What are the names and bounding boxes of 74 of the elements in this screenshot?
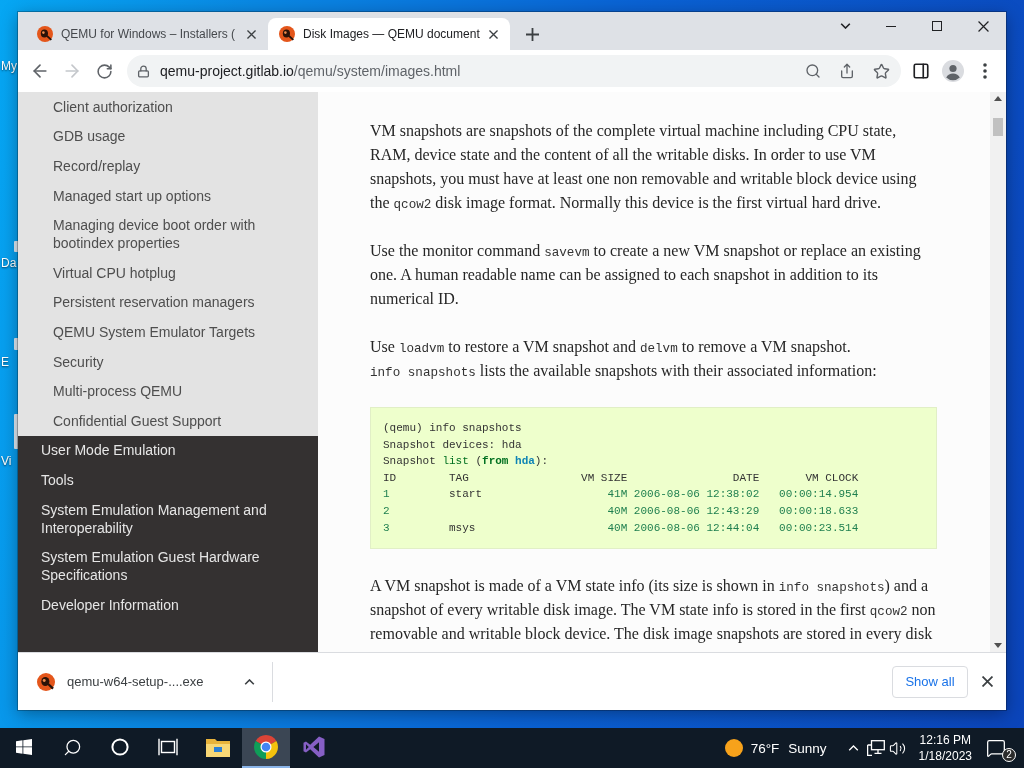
sidebar-link[interactable]: Confidential Guest Support <box>18 405 318 436</box>
sidebar-link[interactable]: User Mode Emulation <box>18 435 318 466</box>
close-icon <box>977 20 989 32</box>
volume-icon <box>889 739 907 757</box>
sidebar-link[interactable]: Managed start up options <box>18 180 318 211</box>
q-logo-icon <box>279 26 295 42</box>
paragraph: Use loadvm to restore a VM snapshot and delvm to remove a VM snapshot. info snapshots lists the available snapshots with their associated information: <box>370 337 878 382</box>
sidebar-link[interactable]: Record/replay <box>18 151 318 181</box>
notification-badge: 2 <box>1002 748 1016 762</box>
code-line: 3 msys 40M 2006-08-06 12:44:04 00:00:23.514 <box>383 520 860 536</box>
notification-icon[interactable] <box>986 738 1006 758</box>
lock-icon <box>137 64 150 78</box>
sidebar-link[interactable]: Virtual CPU hotplug <box>18 257 318 288</box>
caret-up-icon[interactable] <box>994 96 1002 101</box>
code-line: 2 40M 2006-08-06 12:43:29 00:00:18.633 <box>383 503 860 519</box>
scrollbar[interactable] <box>990 92 1006 652</box>
code-line: (qemu) info snapshots <box>383 421 523 436</box>
chevron-up-icon <box>848 745 860 751</box>
sidebar-link[interactable]: Security <box>18 346 318 377</box>
code-line: 1 start 41M 2006-08-06 12:38:02 00:00:14.954 <box>383 487 860 503</box>
download-filename[interactable]: qemu-w64-setup-....exe <box>67 674 228 689</box>
menu-icon <box>983 63 987 79</box>
sidebar-link[interactable]: Multi-process QEMU <box>18 376 318 406</box>
browser-tab[interactable]: Disk Images — QEMU document <box>268 18 510 50</box>
reload-icon <box>95 62 113 80</box>
q-logo-icon <box>37 672 55 691</box>
q-logo-icon <box>37 26 53 42</box>
caret-down-icon[interactable] <box>994 643 1002 648</box>
search-icon <box>62 737 82 757</box>
share-icon <box>839 63 855 79</box>
sidebar-link[interactable]: Managing device boot order with bootindex properties <box>18 210 318 258</box>
profile-button[interactable] <box>939 57 967 85</box>
infinity-icon <box>303 736 325 758</box>
weather-temperature[interactable]: 76°F <box>750 740 780 756</box>
paragraph: Use the monitor command savevm to create a new VM snapshot or replace an existing one. A human readable name can be assigned to each snapshot in addition to its numerical ID. <box>370 241 922 309</box>
minimize-icon <box>886 25 896 27</box>
close-icon <box>246 29 256 39</box>
sidebar-link[interactable]: QEMU System Emulator Targets <box>18 317 318 347</box>
clock-date[interactable]: 1/18/2023 <box>918 748 972 764</box>
avatar-icon <box>942 60 964 82</box>
close-icon <box>981 676 993 687</box>
sidebar-link[interactable]: Client authorization <box>18 92 318 122</box>
chevron-up-icon <box>243 678 255 685</box>
close-icon <box>488 29 498 39</box>
sidebar-link[interactable]: System Emulation Guest Hardware Specifications <box>18 542 318 590</box>
folder-icon <box>206 737 230 757</box>
sidebar-link[interactable]: GDB usage <box>18 121 318 152</box>
network-icon <box>866 740 885 756</box>
scrollbar-thumb[interactable] <box>993 118 1003 136</box>
taskbar-app-button[interactable] <box>242 728 290 768</box>
paragraph: VM snapshots are snapshots of the complete virtual machine including CPU state, RAM, device state and the content of all the writable disks. In order to use VM snapshots, you must have at least one non removable and writable block device using the qcow2 disk image format. Normally this device is the first virtual hard drive. <box>370 121 918 214</box>
code-line: ID TAG VM SIZE DATE VM CLOCK <box>383 470 860 486</box>
plus-icon <box>525 27 539 41</box>
sidebar-link[interactable]: Persistent reservation managers <box>18 287 318 318</box>
ring-icon <box>111 738 129 756</box>
search-icon <box>805 63 821 79</box>
task-view-icon <box>158 738 178 756</box>
sun-icon[interactable] <box>724 739 743 757</box>
sidebar-link[interactable]: Tools <box>18 465 318 495</box>
browser-icon <box>254 735 278 759</box>
code-line: Snapshot devices: hda <box>383 437 523 453</box>
maximize-icon <box>932 21 942 31</box>
start-icon <box>16 739 32 755</box>
address-bar[interactable]: qemu-project.gitlab.io/qemu/system/images.html <box>127 55 901 87</box>
show-all-button[interactable]: Show all <box>892 665 968 698</box>
code-line: Snapshot list (from hda): <box>383 454 550 470</box>
weather-condition[interactable]: Sunny <box>788 740 827 756</box>
clock-time[interactable]: 12:16 PM <box>919 732 971 748</box>
side-panel-icon <box>912 62 930 80</box>
sidebar-link[interactable]: Developer Information <box>18 589 318 620</box>
star-icon <box>872 62 890 80</box>
browser-tab[interactable]: QEMU for Windows – Installers ( <box>26 18 268 50</box>
chevron-down-icon <box>839 23 851 29</box>
sidebar-link[interactable]: System Emulation Management and Interoperability <box>18 494 318 543</box>
